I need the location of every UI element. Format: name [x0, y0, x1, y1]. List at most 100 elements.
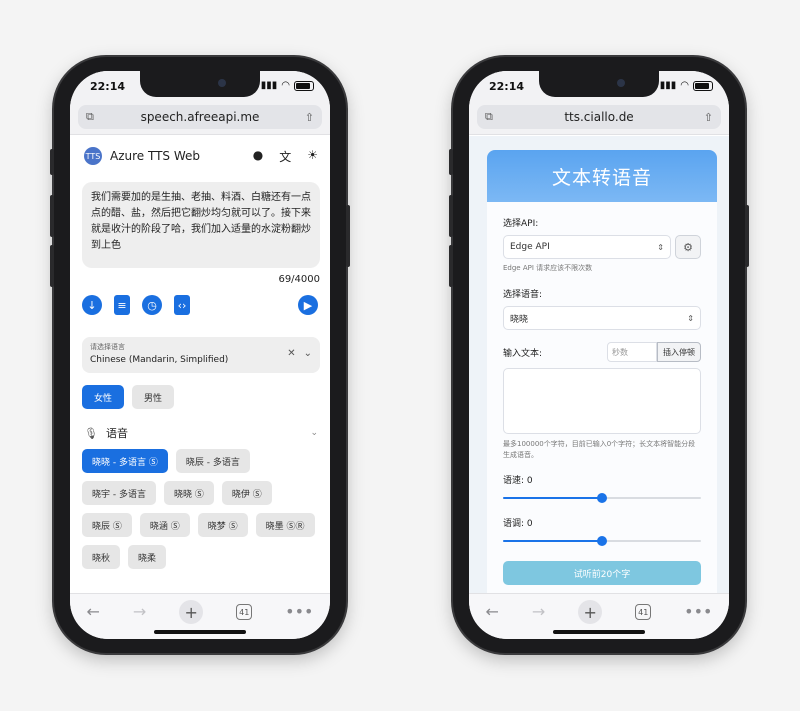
github-icon[interactable]: ●: [253, 148, 263, 165]
battery-icon: [693, 80, 713, 91]
screen: 22:14 ▮▮▮ ◠ ⧉ speech.afreeapi.me ⇧ TTS A…: [70, 71, 330, 639]
phone-left: 22:14 ▮▮▮ ◠ ⧉ speech.afreeapi.me ⇧ TTS A…: [50, 57, 350, 653]
text-label: 输入文本:: [503, 348, 543, 359]
text-input[interactable]: [503, 368, 701, 434]
char-count: 69/4000: [278, 274, 320, 285]
voice-chip[interactable]: 晓梦 Ⓢ: [197, 513, 248, 537]
more-icon[interactable]: •••: [285, 602, 313, 621]
voice-chip[interactable]: 晓墨 ⓈⓇ: [255, 513, 315, 537]
select-arrows-icon: ⇕: [687, 313, 694, 323]
back-arrow-icon[interactable]: ←: [86, 602, 99, 621]
select-arrows-icon: ⇕: [657, 242, 664, 252]
clear-icon[interactable]: ✕: [287, 348, 295, 359]
speed-slider[interactable]: [503, 492, 701, 504]
api-hint: Edge API 请求应该不限次数: [503, 264, 593, 272]
slider-thumb[interactable]: [597, 536, 607, 546]
document-icon[interactable]: ≡: [114, 295, 130, 315]
language-select-caption: 请选择语言: [90, 343, 125, 351]
volume-down-button: [449, 245, 453, 287]
home-indicator: [553, 630, 645, 634]
volume-up-button: [449, 195, 453, 237]
gender-selector: 女性 男性: [82, 385, 318, 409]
tabs-count-button[interactable]: 41: [236, 604, 253, 620]
voice-chip[interactable]: 晓宇 - 多语言: [82, 481, 156, 505]
speed-label: 语速: 0: [503, 476, 533, 486]
wifi-icon: ◠: [680, 80, 689, 91]
text-input[interactable]: 我们需要加的是生抽、老抽、料酒、白糖还有一点点的醋、盐，然后把它翻炒均匀就可以了…: [82, 182, 320, 268]
status-time: 22:14: [489, 80, 525, 93]
download-icon[interactable]: ↓: [82, 295, 102, 315]
insert-pause-button[interactable]: 插入停顿: [657, 342, 701, 362]
app-title: Azure TTS Web: [110, 149, 201, 163]
forward-arrow-icon[interactable]: →: [133, 602, 146, 621]
back-arrow-icon[interactable]: ←: [485, 602, 498, 621]
phone-right: 22:14 ▮▮▮ ◠ ⧉ tts.ciallo.de ⇧ 文本转语音 选择AP…: [449, 57, 749, 653]
voice-chip[interactable]: 晓柔: [128, 545, 167, 569]
tabs-count-button[interactable]: 41: [635, 604, 652, 620]
slider-thumb[interactable]: [597, 493, 607, 503]
camera: [218, 79, 226, 87]
api-select[interactable]: Edge API ⇕: [503, 235, 671, 259]
chevron-down-icon[interactable]: ⌄: [310, 428, 318, 438]
gender-male-button[interactable]: 男性: [132, 385, 175, 409]
share-icon[interactable]: ⇧: [704, 111, 713, 124]
pitch-slider[interactable]: [503, 535, 701, 547]
home-indicator: [154, 630, 246, 634]
voice-chip[interactable]: 晓辰 - 多语言: [175, 449, 250, 473]
language-select[interactable]: 请选择语言 Chinese (Mandarin, Simplified) ✕ ⌄: [82, 337, 320, 373]
voice-section-title: 语音: [105, 427, 128, 440]
mute-switch: [50, 149, 54, 175]
translate-icon[interactable]: 文: [279, 148, 291, 165]
gender-female-button[interactable]: 女性: [82, 385, 125, 409]
new-tab-icon[interactable]: +: [578, 600, 603, 624]
language-select-value: Chinese (Mandarin, Simplified): [90, 355, 229, 365]
status-icons: ▮▮▮ ◠: [660, 80, 713, 91]
status-icons: ▮▮▮ ◠: [261, 80, 314, 91]
voice-chip[interactable]: 晓涵 Ⓢ: [139, 513, 190, 537]
more-icon[interactable]: •••: [684, 602, 712, 621]
notch: [539, 71, 659, 97]
power-button: [745, 205, 749, 267]
code-file-icon[interactable]: ‹›: [174, 295, 190, 315]
voice-label: 选择语音:: [503, 290, 543, 300]
api-select-value: Edge API: [510, 242, 550, 252]
timer-icon[interactable]: ◷: [142, 295, 162, 315]
gear-icon[interactable]: ⚙: [675, 235, 701, 259]
url-text[interactable]: tts.ciallo.de: [564, 110, 633, 124]
action-toolbar: ↓ ≡ ◷ ‹› ▶: [70, 295, 330, 315]
share-icon[interactable]: ⇧: [305, 111, 314, 124]
theme-toggle-icon[interactable]: ☀: [307, 148, 318, 165]
camera: [617, 79, 625, 87]
voice-section-header[interactable]: 🎙 语音 ⌄: [84, 425, 318, 441]
tts-card: 文本转语音 选择API: Edge API ⇕ ⚙ Edge API 请求应该不…: [487, 150, 717, 593]
forward-arrow-icon[interactable]: →: [532, 602, 545, 621]
voice-chip[interactable]: 晓伊 Ⓢ: [221, 481, 272, 505]
status-time: 22:14: [90, 80, 126, 93]
wifi-icon: ◠: [281, 80, 290, 91]
browser-url-bar[interactable]: ⧉ tts.ciallo.de ⇧: [469, 101, 729, 135]
preview-button[interactable]: 试听前20个字: [503, 561, 701, 585]
new-tab-icon[interactable]: +: [179, 600, 204, 624]
play-icon[interactable]: ▶: [298, 295, 318, 315]
voice-chip[interactable]: 晓辰 Ⓢ: [82, 513, 132, 537]
voice-chip[interactable]: 晓晓 - 多语言 Ⓢ: [82, 449, 168, 473]
page-settings-icon[interactable]: ⧉: [86, 110, 94, 124]
page-settings-icon[interactable]: ⧉: [485, 110, 493, 124]
chevron-down-icon[interactable]: ⌄: [304, 348, 312, 359]
browser-url-bar[interactable]: ⧉ speech.afreeapi.me ⇧: [70, 101, 330, 135]
page-content: TTS Azure TTS Web ● 文 ☀ 我们需要加的是生抽、老抽、料酒、…: [70, 136, 330, 593]
mute-switch: [449, 149, 453, 175]
voice-select[interactable]: 晓晓 ⇕: [503, 306, 701, 330]
signal-icon: ▮▮▮: [659, 80, 677, 91]
voice-chip[interactable]: 晓晓 Ⓢ: [163, 481, 214, 505]
volume-up-button: [50, 195, 54, 237]
voice-chip[interactable]: 晓秋: [82, 545, 121, 569]
page-title: 文本转语音: [487, 150, 717, 202]
screen: 22:14 ▮▮▮ ◠ ⧉ tts.ciallo.de ⇧ 文本转语音 选择AP…: [469, 71, 729, 639]
url-text[interactable]: speech.afreeapi.me: [141, 110, 260, 124]
voice-list: 晓晓 - 多语言 Ⓢ 晓辰 - 多语言 晓宇 - 多语言 晓晓 Ⓢ 晓伊 Ⓢ 晓…: [82, 449, 320, 569]
seconds-input[interactable]: 秒数: [607, 342, 657, 362]
azure-logo-icon: TTS: [84, 147, 102, 165]
battery-icon: [294, 80, 314, 91]
char-limit-note: 最多100000个字符，目前已输入0个字符；长文本将智能分段生成语音。: [503, 440, 696, 459]
